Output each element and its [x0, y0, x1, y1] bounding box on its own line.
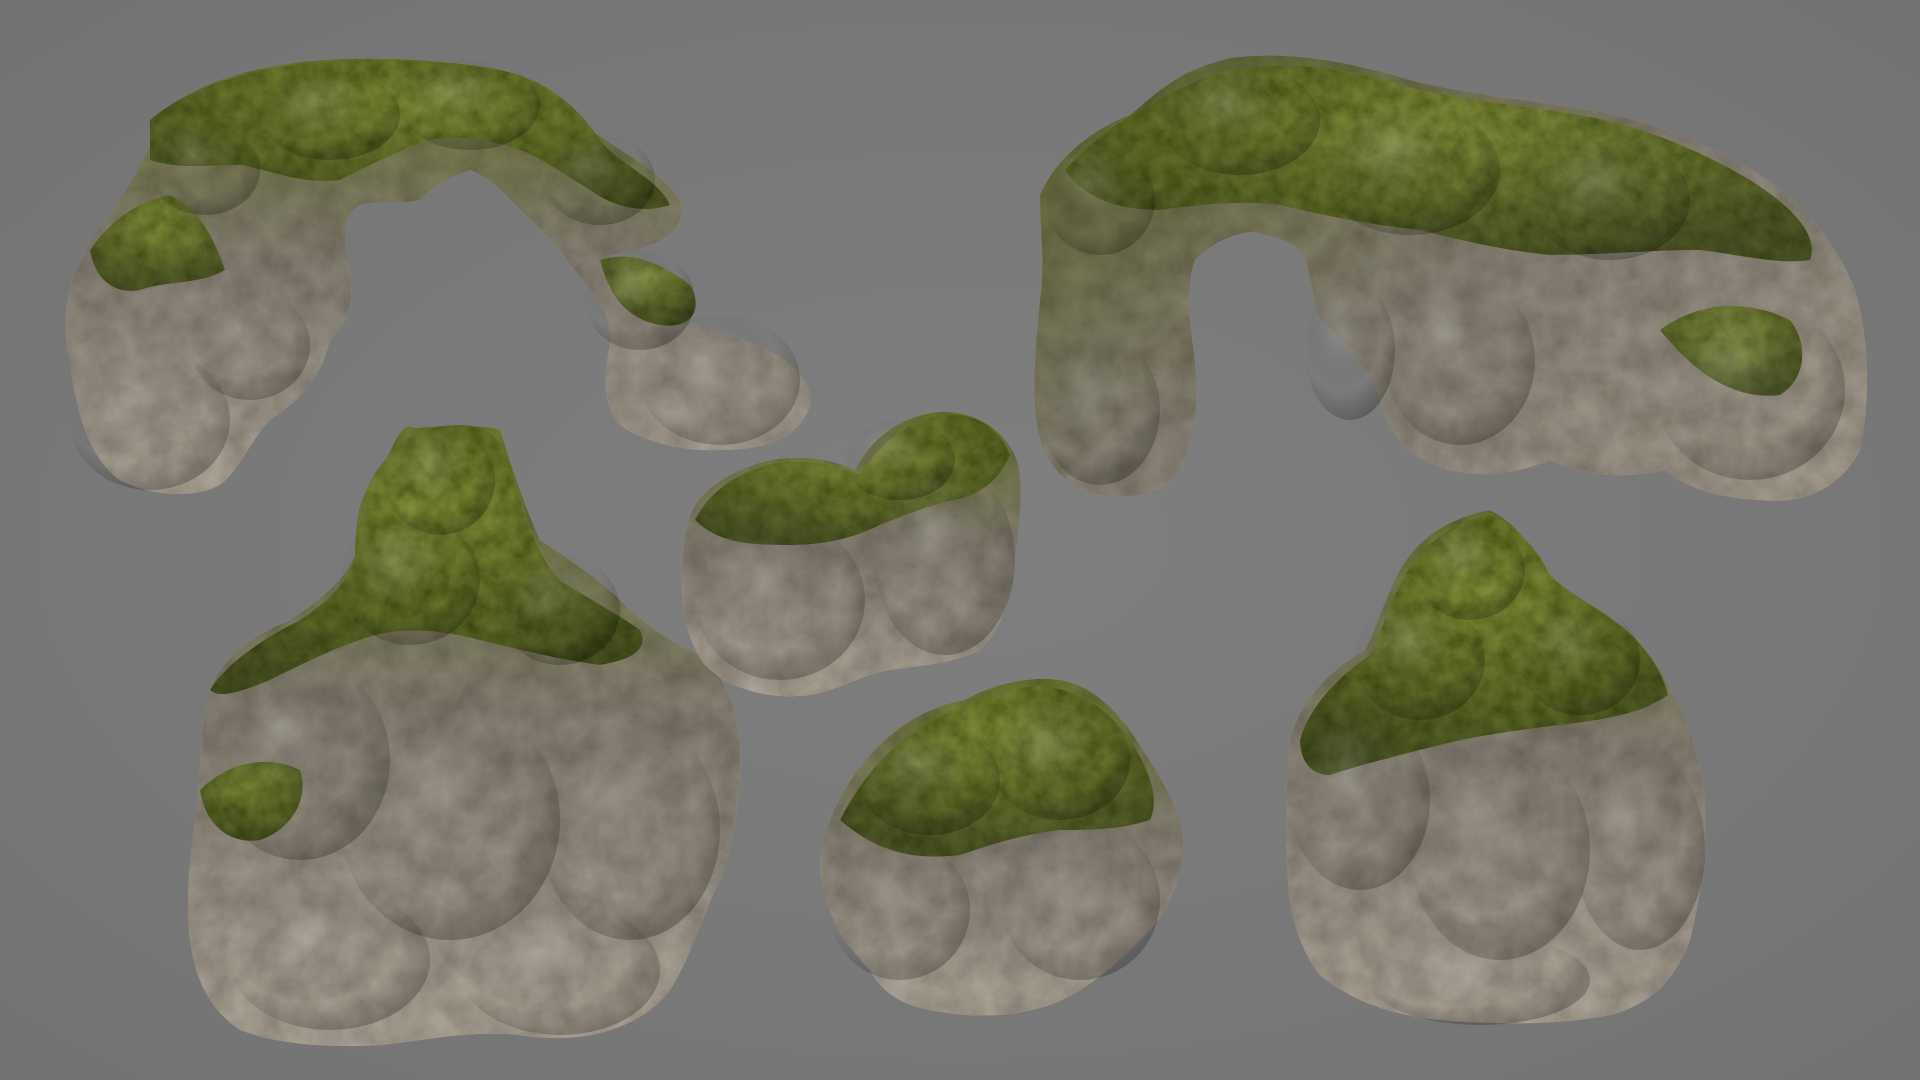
- render-viewport: [0, 0, 1920, 1080]
- rock-pillar-cluster: [187, 425, 741, 1047]
- rock-pillar-stacked: [1285, 510, 1706, 1025]
- rock-arch-large: [1034, 55, 1867, 501]
- rock-boulder-double: [681, 411, 1021, 697]
- rock-boulder-low: [819, 678, 1184, 1016]
- rock-assets-render: [65, 55, 1867, 1047]
